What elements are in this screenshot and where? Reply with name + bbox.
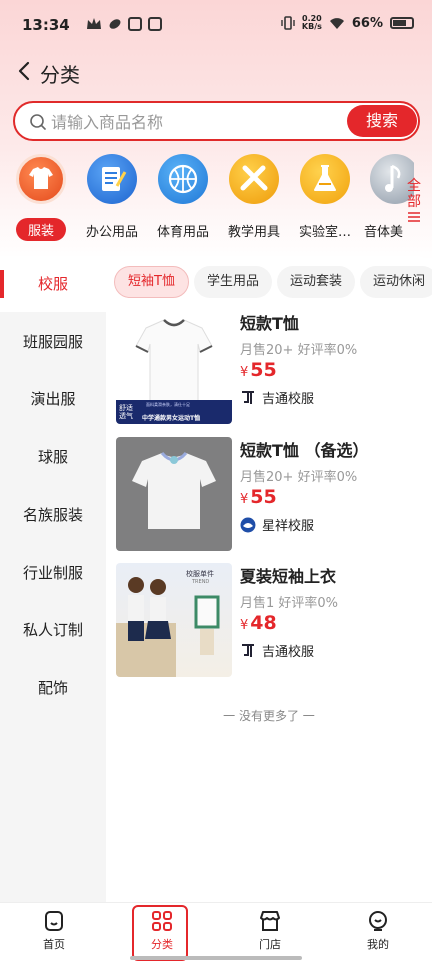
product-shop: 吉通校服 [240,641,314,660]
status-time: 13:34 [22,16,70,34]
category-clothing[interactable]: 服装 [6,154,76,245]
crown-icon [87,18,101,29]
status-bar: 13:34 0.20 KB/s 66% [0,0,432,50]
battery-icon [390,17,414,29]
category-label: 办公用品 [85,225,138,240]
all-categories-button[interactable]: 全部 [406,178,422,226]
notepad-icon [87,154,137,204]
product-image: 校服单件 TREND [116,563,232,677]
home-icon [45,911,63,931]
ruler-pencil-icon [229,154,279,204]
category-bar: 服装 办公用品 体育用品 教学用具 实验室… 音体美 [0,154,432,244]
net-speed: 0.20 KB/s [301,14,322,31]
tab-short-sleeve-tshirt[interactable]: 短袖T恤 [114,266,189,298]
gesture-bar [130,956,302,960]
tab-student-supplies[interactable]: 学生用品 [193,266,272,298]
thumb-title: 校服单件 [186,570,214,578]
nav-profile[interactable]: 我的 [346,909,410,952]
product-image: 舒适 透气 面料柔滑亲肤，清仕十足 中学通款男女运动T恤 [116,310,232,424]
active-indicator [0,270,4,298]
search-icon [30,114,46,130]
play-store-icon [128,17,142,31]
product-item[interactable]: 校服单件 TREND 夏装短袖上衣 月售1 好评率0% ¥48 吉通校服 [116,563,416,679]
battery-percent: 66% [351,15,383,31]
product-price: ¥55 [240,359,277,381]
flask-icon [300,154,350,204]
sidebar-item-custom[interactable]: 私人订制 [0,602,106,658]
thumb-subtitle: TREND [192,579,210,585]
nav-store[interactable]: 门店 [238,909,302,952]
sidebar-item-performance[interactable]: 演出服 [0,371,106,427]
subcategory-tabs: 短袖T恤 学生用品 运动套装 运动休闲 [114,266,432,300]
shop-logo-icon [242,643,254,657]
page-header: 分类 [0,52,432,92]
thumb-caption-small: 面料柔滑亲肤，清仕十足 [146,402,190,407]
profile-icon [369,911,387,931]
product-name: 夏装短袖上衣 [240,567,337,586]
nav-highlight-box [132,905,188,961]
tshirt-icon [16,154,66,204]
shop-logo-icon [240,517,256,532]
product-image [116,437,232,551]
status-indicators: 0.20 KB/s 66% [281,15,414,31]
thumb-badge: 舒适 [119,404,133,412]
product-stats: 月售1 好评率0% [240,596,339,611]
thumb-caption: 中学通款男女运动T恤 [142,415,201,422]
search-bar: 搜索 [13,101,420,141]
product-stats: 月售20+ 好评率0% [240,470,358,485]
product-price: ¥48 [240,612,277,634]
sidebar-item-industry[interactable]: 行业制服 [0,545,106,601]
leaf-icon [109,19,121,29]
product-shop: 吉通校服 [240,388,314,407]
product-item[interactable]: 舒适 透气 面料柔滑亲肤，清仕十足 中学通款男女运动T恤 短款T恤 月售20+ … [116,310,416,426]
search-input[interactable] [51,109,341,135]
category-label: 服装 [15,218,66,241]
category-lab[interactable]: 实验室… [290,154,360,240]
sidebar-item-school-uniform[interactable]: 校服 [0,256,106,312]
shop-logo-icon [242,390,254,404]
category-sidebar: 校服 班服园服 演出服 球服 名族服装 行业制服 私人订制 配饰 [0,256,106,902]
no-more-indicator: 一 没有更多了 一 [223,709,315,723]
category-label: 体育用品 [156,225,209,240]
search-button[interactable]: 搜索 [347,105,417,137]
app-icon [148,17,162,31]
store-icon [260,911,280,931]
sidebar-item-accessories[interactable]: 配饰 [0,660,106,716]
vibrate-icon [281,16,295,30]
tab-sports-set[interactable]: 运动套装 [276,266,355,298]
notification-icons [86,17,162,31]
product-stats: 月售20+ 好评率0% [240,343,358,358]
product-name: 短款T恤 （备选） [240,441,369,460]
nav-home[interactable]: 首页 [22,909,86,952]
basketball-icon [158,154,208,204]
wifi-icon [329,17,344,29]
thumb-badge: 透气 [119,412,133,420]
menu-icon [408,212,420,222]
product-price: ¥55 [240,486,277,508]
tab-sports-casual[interactable]: 运动休闲 [359,266,432,298]
sidebar-item-class-uniform[interactable]: 班服园服 [0,314,106,370]
category-teaching-tools[interactable]: 教学用具 [219,154,289,240]
back-arrow-icon[interactable] [14,60,36,82]
bottom-navigation: 首页 分类 门店 我的 [0,902,432,964]
product-name: 短款T恤 [240,314,299,333]
sidebar-item-jersey[interactable]: 球服 [0,429,106,485]
sidebar-item-ethnic[interactable]: 名族服装 [0,487,106,543]
product-item[interactable]: 短款T恤 （备选） 月售20+ 好评率0% ¥55 星祥校服 [116,437,416,553]
product-shop: 星祥校服 [240,515,314,534]
page-title: 分类 [40,63,80,87]
category-label: 实验室… [298,225,351,240]
category-sports[interactable]: 体育用品 [148,154,218,240]
category-label: 教学用具 [227,225,280,240]
category-office[interactable]: 办公用品 [77,154,147,240]
